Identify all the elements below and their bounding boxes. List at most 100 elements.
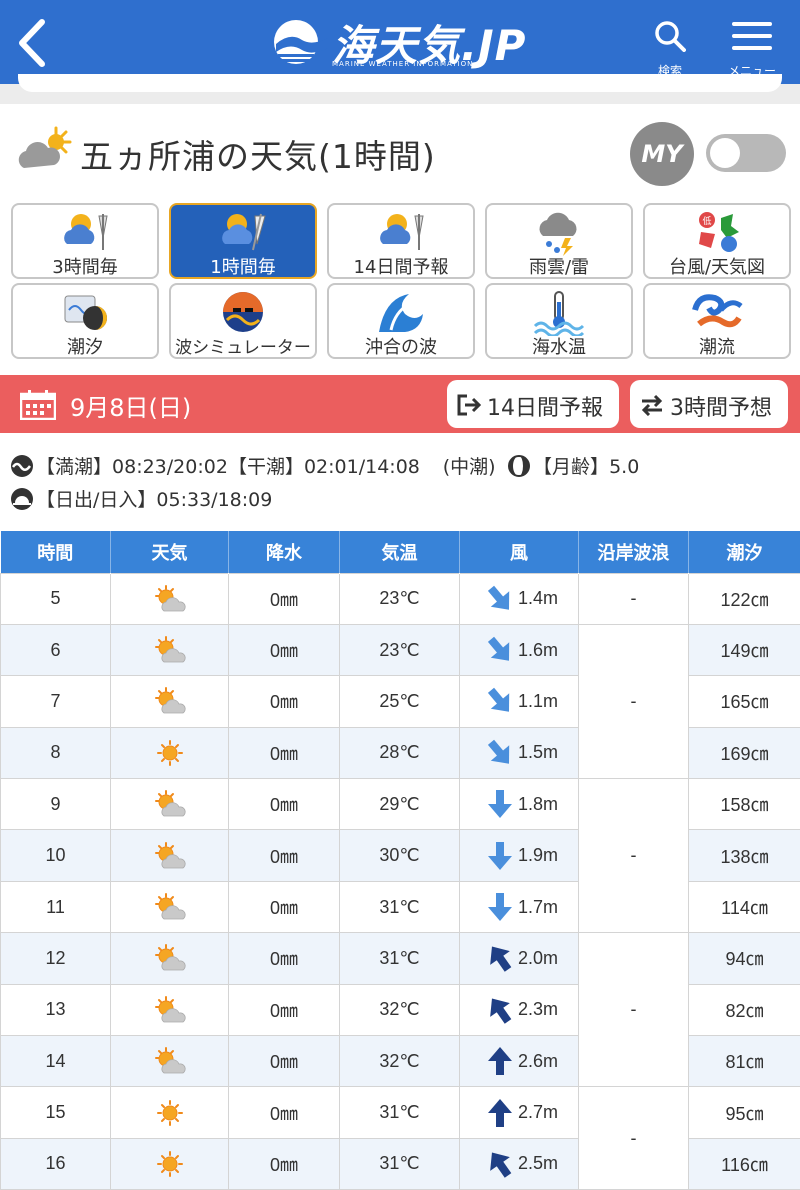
cell-hour: 7	[1, 676, 111, 727]
wind-arrow-icon	[484, 1148, 516, 1180]
cell-precip: 0㎜	[229, 676, 340, 727]
cell-wave: -	[579, 573, 689, 624]
nav-offshore-wave[interactable]: 沖合の波	[327, 283, 475, 359]
forecast-14day-button[interactable]: 14日間予報	[447, 380, 619, 428]
nav-label: 雨雲/雷	[487, 253, 631, 279]
cell-tide: 149㎝	[689, 624, 800, 675]
nav-current[interactable]: 潮流	[643, 283, 791, 359]
sun-value: 05:33/18:09	[156, 489, 272, 511]
weather-1h-icon	[217, 210, 269, 256]
search-button[interactable]: 検索	[642, 20, 698, 80]
my-toggle[interactable]	[706, 134, 786, 172]
cell-hour: 14	[1, 1036, 111, 1087]
cell-wind: 2.6m	[460, 1036, 579, 1087]
nav-14day[interactable]: 14日間予報	[327, 203, 475, 279]
sun-cloud-weather-icon	[152, 789, 188, 819]
my-badge[interactable]: MY	[630, 122, 694, 186]
nav-label: 潮汐	[13, 333, 157, 359]
wind-speed: 1.9m	[518, 845, 558, 865]
col-header-wind: 風	[460, 531, 579, 573]
cell-weather	[111, 984, 229, 1035]
tide-wave-icon	[10, 454, 34, 478]
cell-wind: 1.7m	[460, 881, 579, 932]
cell-wind: 1.1m	[460, 676, 579, 727]
sun-cloud-weather-icon	[152, 892, 188, 922]
table-header-row: 時間 天気 降水 気温 風 沿岸波浪 潮汐	[1, 531, 800, 573]
sun-cloud-weather-icon	[152, 686, 188, 716]
cell-temp: 23℃	[340, 624, 460, 675]
wind-speed: 1.7m	[518, 897, 558, 917]
forecast-3hour-button[interactable]: 3時間予想	[630, 380, 788, 428]
weather-3h-icon	[59, 210, 111, 256]
cell-wind: 2.3m	[460, 984, 579, 1035]
moon-phase-icon	[507, 454, 531, 478]
cell-precip: 0㎜	[229, 624, 340, 675]
cell-tide: 116㎝	[689, 1138, 800, 1189]
sun-info-line: 【日出/日入】05:33/18:09	[10, 485, 272, 512]
site-logo[interactable]: 海天気.JP MARINE WEATHER INFORMATION	[272, 18, 512, 70]
cell-tide: 81㎝	[689, 1036, 800, 1087]
menu-button[interactable]: メニュー	[724, 20, 780, 80]
wind-arrow-icon	[484, 891, 516, 923]
cell-wind: 2.7m	[460, 1087, 579, 1138]
moon-age-label: 【月齢】	[533, 456, 609, 478]
current-icon	[691, 290, 743, 336]
nav-tide[interactable]: 潮汐	[11, 283, 159, 359]
sunrise-icon	[10, 487, 34, 511]
cell-tide: 95㎝	[689, 1087, 800, 1138]
cell-hour: 9	[1, 779, 111, 830]
sun-cloud-weather-icon	[152, 1046, 188, 1076]
cell-precip: 0㎜	[229, 933, 340, 984]
cell-wind: 1.4m	[460, 573, 579, 624]
tide-icon	[59, 290, 111, 336]
cell-weather	[111, 1138, 229, 1189]
high-tide-label: 【満潮】	[36, 456, 112, 478]
wind-arrow-icon	[484, 685, 516, 717]
nav-1hour[interactable]: 1時間毎	[169, 203, 317, 279]
cell-tide: 114㎝	[689, 881, 800, 932]
wind-speed: 2.7m	[518, 1102, 558, 1122]
nav-label: 1時間毎	[171, 253, 315, 279]
cell-temp: 29℃	[340, 779, 460, 830]
cell-tide: 122㎝	[689, 573, 800, 624]
cell-hour: 6	[1, 624, 111, 675]
nav-sea-temp[interactable]: 海水温	[485, 283, 633, 359]
cell-precip: 0㎜	[229, 1036, 340, 1087]
cell-temp: 31℃	[340, 1138, 460, 1189]
cell-temp: 31℃	[340, 881, 460, 932]
cell-wind: 2.5m	[460, 1138, 579, 1189]
cell-temp: 32℃	[340, 1036, 460, 1087]
cell-hour: 5	[1, 573, 111, 624]
table-row: 90㎜29℃1.8m-158㎝	[1, 779, 800, 830]
cell-wave: -	[579, 1087, 689, 1190]
nav-3hour[interactable]: 3時間毎	[11, 203, 159, 279]
wind-arrow-icon	[484, 737, 516, 769]
rain-thunder-icon	[533, 210, 585, 256]
col-header-temp: 気温	[340, 531, 460, 573]
sun-weather-icon	[152, 1149, 188, 1179]
cell-weather	[111, 727, 229, 778]
wave-simulator-icon	[217, 290, 269, 336]
nav-typhoon-map[interactable]: 低 台風/天気図	[643, 203, 791, 279]
back-button[interactable]	[14, 18, 54, 68]
cell-weather	[111, 676, 229, 727]
nav-label: 沖合の波	[329, 333, 473, 359]
cell-tide: 165㎝	[689, 676, 800, 727]
table-row: 50㎜23℃1.4m-122㎝	[1, 573, 800, 624]
col-header-hour: 時間	[1, 531, 111, 573]
cell-hour: 11	[1, 881, 111, 932]
nav-wave-simulator[interactable]: 波シミュレーター	[169, 283, 317, 359]
cell-wind: 1.5m	[460, 727, 579, 778]
nav-rain-thunder[interactable]: 雨雲/雷	[485, 203, 633, 279]
wind-arrow-icon	[484, 1045, 516, 1077]
wind-arrow-icon	[484, 583, 516, 615]
nav-label: 台風/天気図	[645, 253, 789, 279]
exit-arrow-icon	[457, 394, 481, 416]
wind-arrow-icon	[484, 942, 516, 974]
cell-temp: 31℃	[340, 1087, 460, 1138]
cell-precip: 0㎜	[229, 1138, 340, 1189]
sun-cloud-weather-icon	[152, 635, 188, 665]
typhoon-map-icon: 低	[691, 210, 743, 256]
forecast-14day-label: 14日間予報	[487, 390, 603, 422]
wind-speed: 2.5m	[518, 1153, 558, 1173]
